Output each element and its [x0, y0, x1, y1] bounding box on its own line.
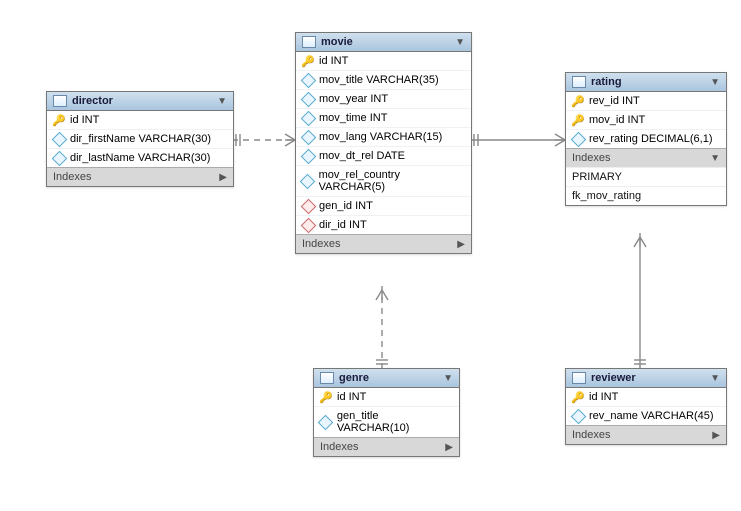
diamond-icon: [53, 152, 65, 164]
diamond-icon: [320, 416, 332, 428]
chevron-down-icon: ▼: [455, 37, 465, 48]
column-row: mov_lang VARCHAR(15): [296, 127, 471, 146]
index-row: PRIMARY: [566, 167, 726, 186]
table-icon: [572, 76, 586, 88]
column-row: mov_year INT: [296, 89, 471, 108]
column-row: mov_time INT: [296, 108, 471, 127]
diamond-icon: [572, 410, 584, 422]
chevron-down-icon: ▼: [443, 373, 453, 384]
chevron-down-icon: ▼: [710, 373, 720, 384]
diamond-icon: [302, 219, 314, 231]
entity-title: director: [72, 95, 113, 107]
chevron-down-icon: ▼: [710, 77, 720, 88]
column-list: 🔑id INT rev_name VARCHAR(45): [566, 388, 726, 425]
table-icon: [302, 36, 316, 48]
key-icon: 🔑: [572, 391, 584, 403]
diamond-icon: [302, 74, 314, 86]
index-row: fk_mov_rating: [566, 186, 726, 205]
diamond-icon: [302, 175, 314, 187]
column-row: rev_rating DECIMAL(6,1): [566, 129, 726, 148]
table-icon: [53, 95, 67, 107]
entity-director[interactable]: director ▼ 🔑id INT dir_firstName VARCHAR…: [46, 91, 234, 187]
column-list: 🔑id INT dir_firstName VARCHAR(30) dir_la…: [47, 111, 233, 167]
column-row: 🔑id INT: [296, 52, 471, 70]
diamond-icon: [302, 131, 314, 143]
key-icon: 🔑: [572, 114, 584, 126]
entity-movie[interactable]: movie ▼ 🔑id INT mov_title VARCHAR(35) mo…: [295, 32, 472, 254]
entity-header-movie[interactable]: movie ▼: [296, 33, 471, 52]
column-row: 🔑id INT: [314, 388, 459, 406]
key-icon: 🔑: [320, 391, 332, 403]
entity-title: rating: [591, 76, 622, 88]
diamond-icon: [302, 112, 314, 124]
chevron-down-icon: ▼: [710, 153, 720, 164]
chevron-right-icon: ▶: [712, 430, 720, 441]
key-icon: 🔑: [302, 55, 314, 67]
diamond-icon: [302, 150, 314, 162]
entity-title: movie: [321, 36, 353, 48]
entity-title: genre: [339, 372, 369, 384]
column-list: 🔑rev_id INT 🔑mov_id INT rev_rating DECIM…: [566, 92, 726, 148]
chevron-right-icon: ▶: [457, 239, 465, 250]
column-row: 🔑rev_id INT: [566, 92, 726, 110]
key-icon: 🔑: [53, 114, 65, 126]
entity-reviewer[interactable]: reviewer ▼ 🔑id INT rev_name VARCHAR(45) …: [565, 368, 727, 445]
column-row: dir_lastName VARCHAR(30): [47, 148, 233, 167]
column-row: gen_title VARCHAR(10): [314, 406, 459, 437]
diamond-icon: [53, 133, 65, 145]
chevron-right-icon: ▶: [445, 442, 453, 453]
column-row: mov_title VARCHAR(35): [296, 70, 471, 89]
indexes-section[interactable]: Indexes ▼: [566, 148, 726, 167]
entity-header-reviewer[interactable]: reviewer ▼: [566, 369, 726, 388]
diamond-icon: [302, 93, 314, 105]
column-row: dir_firstName VARCHAR(30): [47, 129, 233, 148]
entity-genre[interactable]: genre ▼ 🔑id INT gen_title VARCHAR(10) In…: [313, 368, 460, 457]
chevron-down-icon: ▼: [217, 96, 227, 107]
column-row: 🔑id INT: [566, 388, 726, 406]
entity-title: reviewer: [591, 372, 636, 384]
column-row: mov_rel_country VARCHAR(5): [296, 165, 471, 196]
indexes-section[interactable]: Indexes ▶: [314, 437, 459, 456]
indexes-section[interactable]: Indexes ▶: [566, 425, 726, 444]
column-row: 🔑mov_id INT: [566, 110, 726, 129]
column-row: rev_name VARCHAR(45): [566, 406, 726, 425]
column-row: dir_id INT: [296, 215, 471, 234]
column-list: 🔑id INT gen_title VARCHAR(10): [314, 388, 459, 437]
column-row: mov_dt_rel DATE: [296, 146, 471, 165]
column-row: gen_id INT: [296, 196, 471, 215]
chevron-right-icon: ▶: [219, 172, 227, 183]
column-list: 🔑id INT mov_title VARCHAR(35) mov_year I…: [296, 52, 471, 234]
entity-rating[interactable]: rating ▼ 🔑rev_id INT 🔑mov_id INT rev_rat…: [565, 72, 727, 206]
table-icon: [320, 372, 334, 384]
column-row: 🔑id INT: [47, 111, 233, 129]
table-icon: [572, 372, 586, 384]
diamond-icon: [302, 200, 314, 212]
indexes-section[interactable]: Indexes ▶: [47, 167, 233, 186]
key-icon: 🔑: [572, 95, 584, 107]
entity-header-rating[interactable]: rating ▼: [566, 73, 726, 92]
entity-header-genre[interactable]: genre ▼: [314, 369, 459, 388]
indexes-section[interactable]: Indexes ▶: [296, 234, 471, 253]
diamond-icon: [572, 133, 584, 145]
entity-header-director[interactable]: director ▼: [47, 92, 233, 111]
